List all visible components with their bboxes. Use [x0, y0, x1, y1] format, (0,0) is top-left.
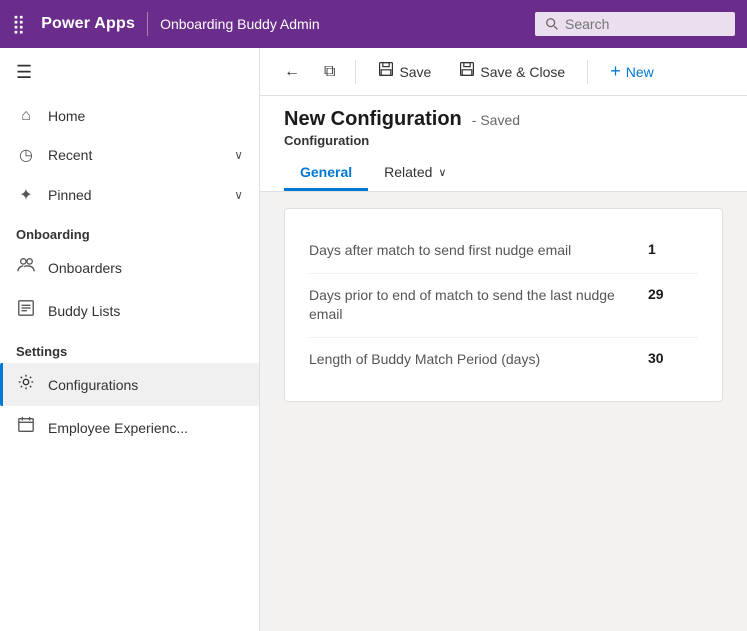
employee-experience-icon — [16, 416, 36, 439]
recent-chevron-icon: ∨ — [234, 148, 243, 162]
save-button[interactable]: Save — [368, 55, 441, 88]
tab-related[interactable]: Related ∨ — [368, 156, 462, 191]
form-content: Days after match to send first nudge ema… — [260, 192, 747, 631]
field-row-nudge-last: Days prior to end of match to send the l… — [309, 274, 698, 338]
app-title: Onboarding Buddy Admin — [160, 16, 320, 32]
top-bar: ⣿ Power Apps Onboarding Buddy Admin — [0, 0, 747, 48]
tab-general-label: General — [300, 164, 352, 180]
record-title-row: New Configuration - Saved — [284, 108, 723, 131]
sidebar-item-recent[interactable]: ◷ Recent ∨ — [0, 135, 259, 175]
toolbar-divider-2 — [587, 60, 588, 84]
sidebar-item-employee-experience[interactable]: Employee Experienc... — [0, 406, 259, 449]
form-card: Days after match to send first nudge ema… — [284, 208, 723, 402]
tab-related-label: Related — [384, 164, 432, 180]
new-icon: + — [610, 61, 621, 82]
home-icon: ⌂ — [16, 107, 36, 125]
onboarding-section-header: Onboarding — [0, 215, 259, 246]
field-row-nudge-first: Days after match to send first nudge ema… — [309, 229, 698, 274]
new-label: New — [626, 64, 654, 80]
waffle-icon[interactable]: ⣿ — [12, 14, 25, 35]
sidebar-item-home[interactable]: ⌂ Home — [0, 97, 259, 135]
related-chevron-icon: ∨ — [438, 166, 446, 179]
sidebar-item-employee-experience-label: Employee Experienc... — [48, 420, 243, 436]
record-type: Configuration — [284, 133, 723, 148]
field-label-nudge-first: Days after match to send first nudge ema… — [309, 241, 632, 261]
field-value-nudge-first: 1 — [648, 241, 698, 257]
settings-section-header: Settings — [0, 332, 259, 363]
configurations-icon — [16, 373, 36, 396]
field-label-nudge-last: Days prior to end of match to send the l… — [309, 286, 632, 325]
sidebar-item-onboarders[interactable]: Onboarders — [0, 246, 259, 289]
field-label-match-period: Length of Buddy Match Period (days) — [309, 350, 632, 370]
back-button[interactable]: ← — [276, 57, 308, 87]
app-name: Power Apps — [41, 15, 135, 33]
field-row-match-period: Length of Buddy Match Period (days) 30 — [309, 338, 698, 382]
search-box[interactable] — [535, 12, 735, 36]
sidebar-item-configurations[interactable]: Configurations — [0, 363, 259, 406]
search-icon — [545, 17, 559, 31]
record-header: New Configuration - Saved Configuration … — [260, 96, 747, 192]
recent-icon: ◷ — [16, 145, 36, 165]
sidebar: ☰ ⌂ Home ◷ Recent ∨ ✦ Pinned ∨ Onboardin… — [0, 48, 260, 631]
sidebar-item-home-label: Home — [48, 108, 243, 124]
record-tabs: General Related ∨ — [284, 156, 723, 191]
sidebar-item-pinned-label: Pinned — [48, 187, 222, 203]
content-area: ← ⧉ Save — [260, 48, 747, 631]
record-title: New Configuration — [284, 108, 462, 131]
save-icon — [378, 61, 394, 82]
toolbar: ← ⧉ Save — [260, 48, 747, 96]
search-input[interactable] — [565, 16, 715, 32]
toolbar-divider-1 — [355, 60, 356, 84]
onboarders-icon — [16, 256, 36, 279]
field-value-nudge-last: 29 — [648, 286, 698, 302]
hamburger-button[interactable]: ☰ — [0, 48, 259, 97]
sidebar-item-configurations-label: Configurations — [48, 377, 243, 393]
sidebar-item-onboarders-label: Onboarders — [48, 260, 243, 276]
save-label: Save — [399, 64, 431, 80]
sidebar-item-buddy-lists-label: Buddy Lists — [48, 303, 243, 319]
field-value-match-period: 30 — [648, 350, 698, 366]
tab-general[interactable]: General — [284, 156, 368, 191]
new-button[interactable]: + New — [600, 55, 664, 88]
save-close-button[interactable]: Save & Close — [449, 55, 575, 88]
main-layout: ☰ ⌂ Home ◷ Recent ∨ ✦ Pinned ∨ Onboardin… — [0, 48, 747, 631]
buddy-lists-icon — [16, 299, 36, 322]
sidebar-item-pinned[interactable]: ✦ Pinned ∨ — [0, 175, 259, 215]
top-bar-divider — [147, 12, 148, 36]
record-saved-status: - Saved — [472, 112, 520, 128]
sidebar-item-recent-label: Recent — [48, 147, 222, 163]
expand-button[interactable]: ⧉ — [316, 57, 343, 87]
sidebar-item-buddy-lists[interactable]: Buddy Lists — [0, 289, 259, 332]
pinned-icon: ✦ — [16, 185, 36, 205]
pinned-chevron-icon: ∨ — [234, 188, 243, 202]
save-close-label: Save & Close — [480, 64, 565, 80]
save-close-icon — [459, 61, 475, 82]
